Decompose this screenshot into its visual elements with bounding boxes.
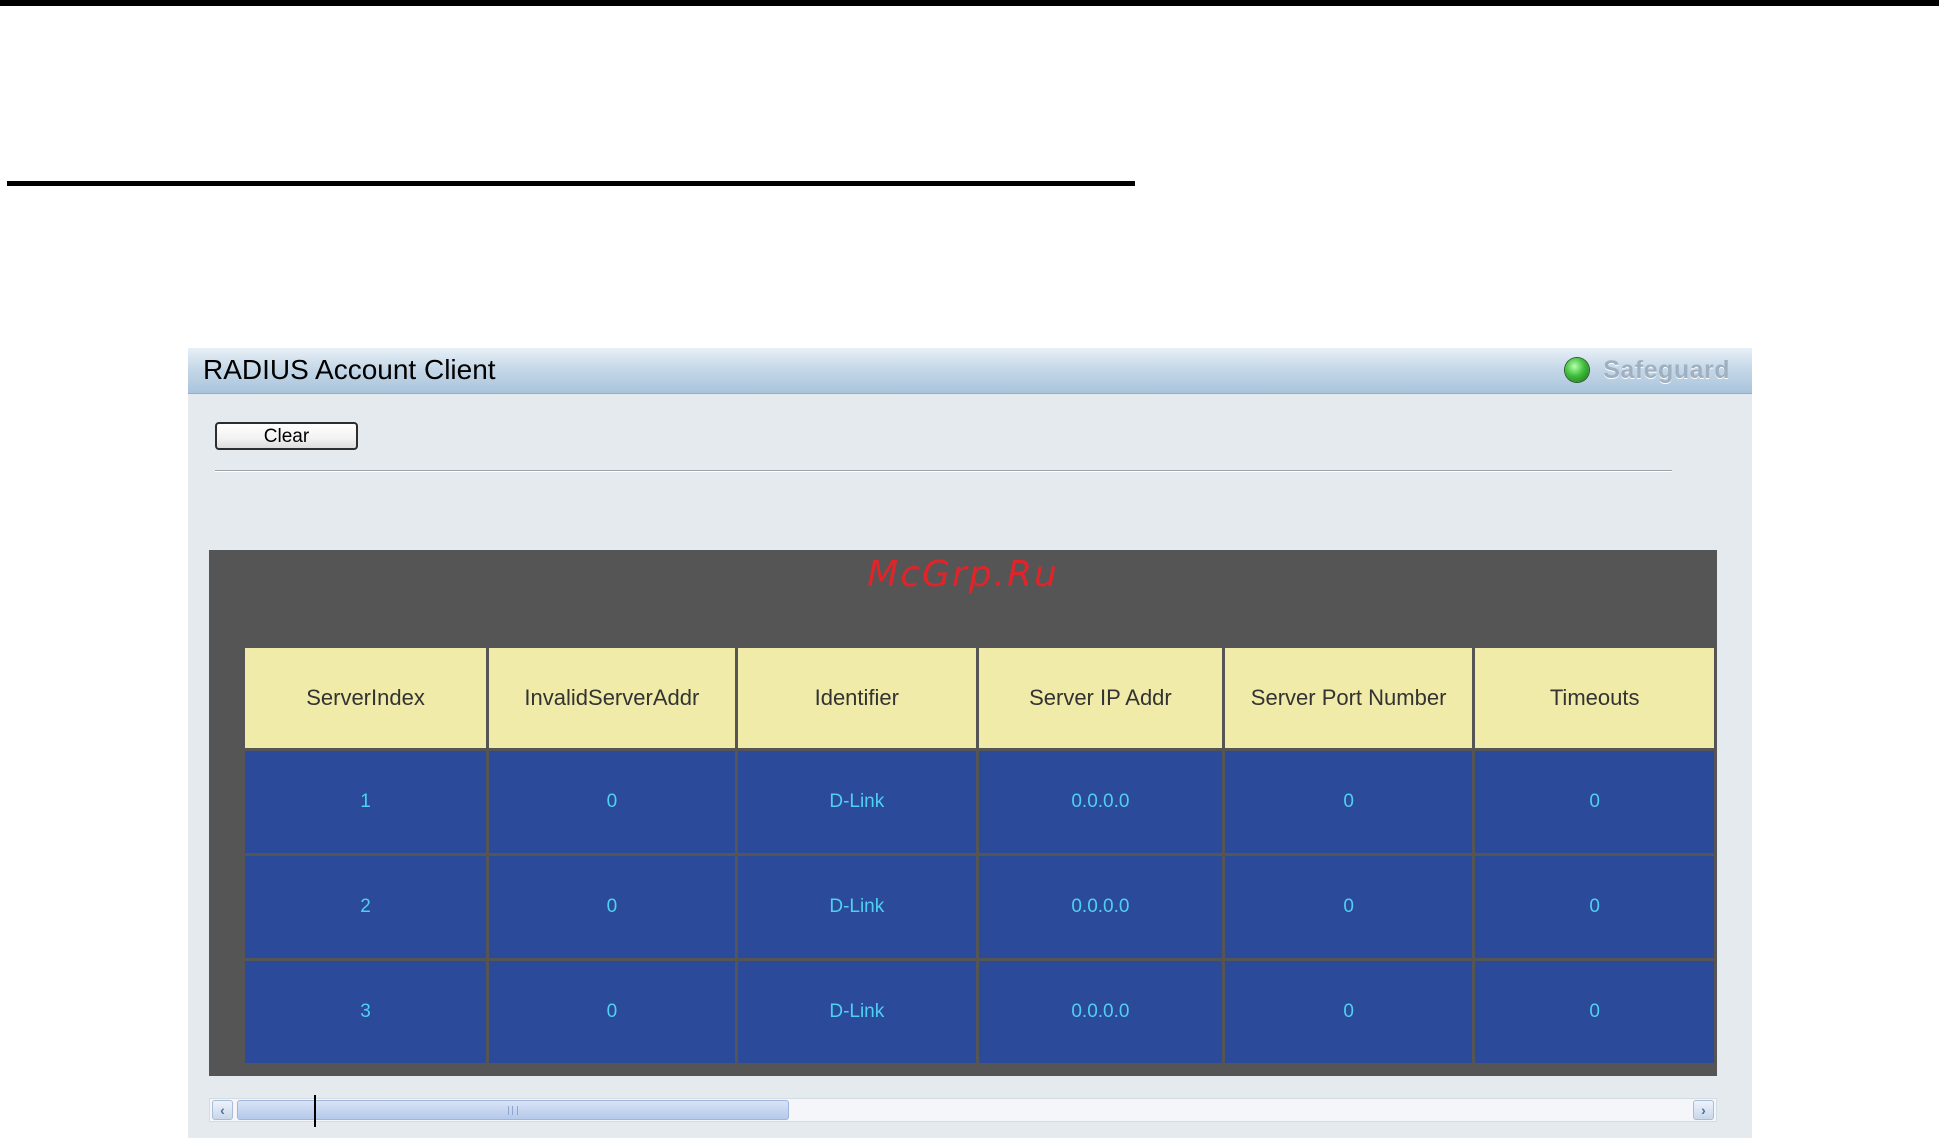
cell-server-ip-addr: 0.0.0.0 bbox=[978, 856, 1225, 961]
panel-title: RADIUS Account Client bbox=[203, 354, 496, 385]
clear-button[interactable]: Clear bbox=[215, 422, 358, 450]
chevron-left-icon[interactable]: ‹ bbox=[212, 1100, 233, 1120]
cell-serverindex: 3 bbox=[245, 961, 490, 1066]
grip-icon bbox=[508, 1106, 518, 1115]
safeguard-indicator: Safeguard bbox=[1565, 355, 1730, 385]
column-header-server-ip-addr: Server IP Addr bbox=[978, 648, 1225, 751]
column-header-server-port-number: Server Port Number bbox=[1224, 648, 1476, 751]
horizontal-scrollbar[interactable]: ‹ › bbox=[209, 1098, 1717, 1122]
top-rule bbox=[0, 0, 1939, 6]
table-header-row: ServerIndex InvalidServerAddr Identifier… bbox=[245, 648, 1717, 751]
cell-identifier: D-Link bbox=[737, 961, 979, 1066]
panel-header: RADIUS Account Client Safeguard bbox=[188, 348, 1752, 394]
cell-identifier: D-Link bbox=[737, 856, 979, 961]
cell-server-ip-addr: 0.0.0.0 bbox=[978, 961, 1225, 1066]
table-row: 1 0 D-Link 0.0.0.0 0 0 bbox=[245, 751, 1717, 856]
divider bbox=[215, 470, 1672, 472]
cell-serverindex: 1 bbox=[245, 751, 490, 856]
cell-timeouts: 0 bbox=[1475, 856, 1717, 961]
table-row: 2 0 D-Link 0.0.0.0 0 0 bbox=[245, 856, 1717, 961]
cell-invalidserveraddr: 0 bbox=[489, 856, 738, 961]
cell-timeouts: 0 bbox=[1475, 751, 1717, 856]
table-frame: McGrp.Ru ServerIndex InvalidServerAddr I… bbox=[209, 550, 1717, 1076]
safeguard-label: Safeguard bbox=[1603, 355, 1730, 384]
radius-client-table: ServerIndex InvalidServerAddr Identifier… bbox=[245, 648, 1717, 1066]
column-header-invalidserveraddr: InvalidServerAddr bbox=[489, 648, 738, 751]
column-header-timeouts: Timeouts bbox=[1475, 648, 1717, 751]
watermark: McGrp.Ru bbox=[867, 554, 1059, 595]
cell-invalidserveraddr: 0 bbox=[489, 961, 738, 1066]
cell-server-ip-addr: 0.0.0.0 bbox=[978, 751, 1225, 856]
scrollbar-thumb[interactable] bbox=[237, 1100, 789, 1120]
radius-account-client-panel: RADIUS Account Client Safeguard Clear Mc… bbox=[188, 348, 1752, 1138]
cell-timeouts: 0 bbox=[1475, 961, 1717, 1066]
chevron-right-icon[interactable]: › bbox=[1693, 1100, 1714, 1120]
cell-identifier: D-Link bbox=[737, 751, 979, 856]
cell-server-port-number: 0 bbox=[1224, 961, 1476, 1066]
manual-page: RADIUS Account Client Safeguard Clear Mc… bbox=[0, 0, 1939, 1138]
cell-invalidserveraddr: 0 bbox=[489, 751, 738, 856]
column-header-identifier: Identifier bbox=[737, 648, 979, 751]
cell-server-port-number: 0 bbox=[1224, 751, 1476, 856]
table-row: 3 0 D-Link 0.0.0.0 0 0 bbox=[245, 961, 1717, 1066]
column-header-serverindex: ServerIndex bbox=[245, 648, 490, 751]
status-led-icon bbox=[1565, 358, 1590, 382]
mouse-text-cursor bbox=[314, 1095, 316, 1127]
section-rule bbox=[7, 181, 1135, 186]
cell-serverindex: 2 bbox=[245, 856, 490, 961]
cell-server-port-number: 0 bbox=[1224, 856, 1476, 961]
